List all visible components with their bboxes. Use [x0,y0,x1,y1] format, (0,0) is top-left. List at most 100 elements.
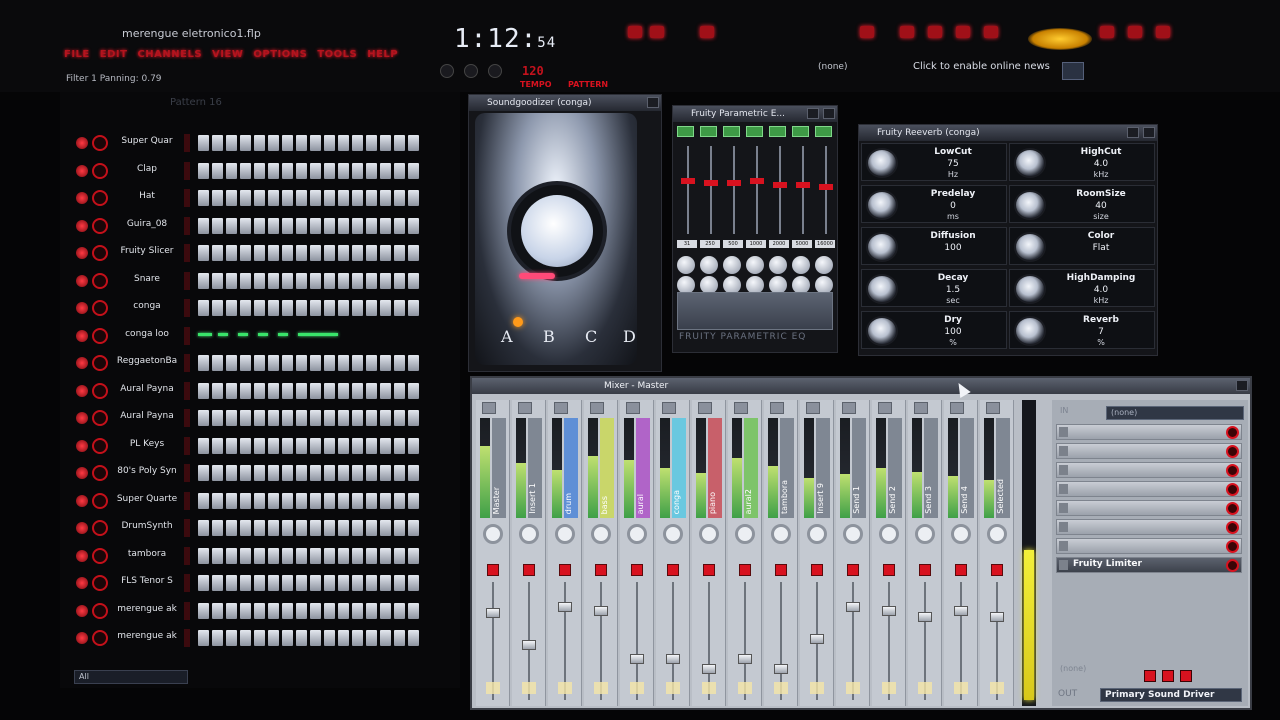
step-button[interactable] [296,300,307,316]
step-button[interactable] [198,465,209,481]
mute-led-icon[interactable] [76,219,88,232]
step-button[interactable] [296,575,307,591]
mute-led-icon[interactable] [811,564,823,576]
step-button[interactable] [380,575,391,591]
step-button[interactable] [254,630,265,646]
mixer-track[interactable]: Send 4 [944,400,978,706]
pan-knob[interactable] [879,524,899,544]
step-button[interactable] [198,410,209,426]
mute-led-icon[interactable] [76,274,88,287]
step-button[interactable] [282,520,293,536]
fx-slot-enable-led-icon[interactable] [1226,426,1239,439]
track-select-lamp[interactable] [846,682,860,694]
step-button[interactable] [408,575,419,591]
step-button[interactable] [352,245,363,261]
mute-led-icon[interactable] [775,564,787,576]
step-button[interactable] [226,162,237,179]
step-button[interactable] [268,437,279,454]
eq-curve-display[interactable] [677,292,833,330]
step-button[interactable] [408,410,419,426]
volume-knob[interactable] [92,630,108,646]
step-button[interactable] [240,547,251,564]
volume-fader[interactable] [522,640,536,650]
pan-knob[interactable] [699,524,719,544]
channel-name[interactable]: Guira_08 [112,219,182,229]
mixer-track[interactable]: conga [656,400,690,706]
step-button[interactable] [380,382,391,399]
menu-help[interactable]: HELP [367,49,398,60]
step-button[interactable] [394,630,405,646]
mute-led-icon[interactable] [76,247,88,259]
volume-knob[interactable] [92,272,108,289]
track-name[interactable]: Send 1 [852,486,866,514]
track-select-lamp[interactable] [810,682,824,694]
channel-row[interactable]: merengue ak [68,598,448,624]
step-button[interactable] [380,520,391,536]
step-button[interactable] [296,630,307,646]
step-button[interactable] [226,300,237,316]
mute-led-icon[interactable] [991,564,1003,576]
step-button[interactable] [408,245,419,261]
step-button[interactable] [324,217,335,234]
step-button[interactable] [282,547,293,564]
step-button[interactable] [240,382,251,399]
step-button[interactable] [198,162,209,179]
step-button[interactable] [268,547,279,564]
step-button[interactable] [408,382,419,399]
step-button[interactable] [380,437,391,454]
track-route-button[interactable] [914,402,928,414]
step-button[interactable] [282,162,293,179]
step-button[interactable] [240,602,251,619]
volume-fader[interactable] [486,608,500,618]
step-button[interactable] [240,520,251,536]
fx-slot[interactable] [1056,424,1242,440]
step-button[interactable] [268,465,279,481]
step-button[interactable] [212,272,223,289]
track-select-lamp[interactable] [666,682,680,694]
step-button[interactable] [240,300,251,316]
step-button[interactable] [352,492,363,509]
mixer-track[interactable]: Insert 1 [512,400,546,706]
mute-led-icon[interactable] [703,564,715,576]
step-button[interactable] [394,492,405,509]
step-button[interactable] [296,410,307,426]
pan-knob[interactable] [555,524,575,544]
channel-row[interactable]: Fruity Slicer [68,240,448,266]
step-button[interactable] [380,410,391,426]
step-button[interactable] [268,135,279,151]
eq-band-button[interactable] [769,126,786,137]
step-button[interactable] [240,630,251,646]
channel-name[interactable]: Fruity Slicer [112,246,182,256]
menu-file[interactable]: FILE [64,49,90,60]
step-button[interactable] [226,520,237,536]
channel-name[interactable]: merengue ak [112,631,182,641]
channel-select-marker[interactable] [184,519,190,537]
step-button[interactable] [254,492,265,509]
volume-knob[interactable] [92,217,108,234]
step-button[interactable] [282,300,293,316]
track-name[interactable]: drum [564,493,578,514]
step-button[interactable] [366,575,377,591]
step-button[interactable] [324,382,335,399]
channel-filter[interactable]: All [74,670,188,684]
step-button[interactable] [380,355,391,371]
channel-row[interactable]: Super Quar [68,130,448,156]
reverb-knob[interactable] [1014,274,1046,304]
step-button[interactable] [310,547,321,564]
step-button[interactable] [394,382,405,399]
step-button[interactable] [352,437,363,454]
step-button[interactable] [366,382,377,399]
step-button[interactable] [226,602,237,619]
eq-knob[interactable] [677,256,695,274]
step-button[interactable] [226,135,237,151]
pan-knob[interactable] [987,524,1007,544]
track-name[interactable]: piano [708,492,722,514]
mute-led-icon[interactable] [559,564,571,576]
step-button[interactable] [380,547,391,564]
step-button[interactable] [366,410,377,426]
mute-led-icon[interactable] [76,357,88,369]
close-icon[interactable] [647,97,659,108]
step-button[interactable] [240,190,251,206]
step-button[interactable] [282,465,293,481]
mute-led-icon[interactable] [883,564,895,576]
